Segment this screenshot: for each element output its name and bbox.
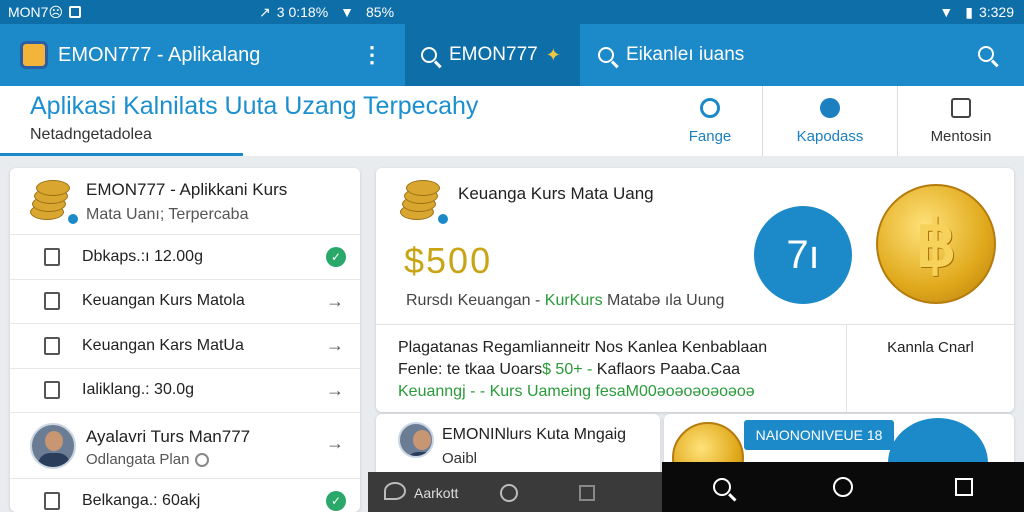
list-item[interactable]: Belkanga.: 60akj ✓ (10, 478, 360, 512)
list-item[interactable]: Keuangan Kars MatUa → (10, 323, 360, 368)
footer-text: Plagatanas Regamlianneitr Nos Kanlea Ken… (398, 339, 768, 400)
home-nav-icon[interactable] (500, 484, 518, 502)
check-icon: ✓ (326, 246, 346, 267)
left-panel-title: EMON777 - Aplikkani Kurs (86, 180, 288, 199)
search-icon (421, 47, 437, 63)
recents-nav-icon[interactable] (955, 478, 973, 496)
list-item-label: Belkanga.: 60akj (82, 491, 201, 509)
home-icon (951, 97, 971, 118)
more-options-icon[interactable]: ⋮ (361, 42, 383, 68)
check-icon: ✓ (326, 490, 346, 511)
range-icon (700, 97, 720, 118)
active-tab-indicator (0, 153, 243, 156)
card-footer: Plagatanas Regamlianneitr Nos Kanlea Ken… (376, 324, 1014, 412)
search-icon-secondary (598, 47, 614, 63)
profile-sub: Odlangata Plan (86, 451, 210, 468)
settings-icon (195, 453, 210, 468)
status-metrics: 3 0:18% (276, 4, 329, 20)
list-item-label: Keuangan Kurs Matola (82, 292, 245, 310)
list-item-label: Ialiklang.: 30.0g (82, 381, 195, 399)
avatar (398, 422, 434, 458)
battery-percent: 85% (366, 4, 395, 20)
app-bar: EMON777 - Aplikalang ⋮ (0, 24, 405, 86)
wifi-icon: ▼ (340, 4, 355, 20)
profile-name: Ayalavri Turs Man777 (86, 427, 251, 446)
coin-stack-icon (400, 180, 450, 226)
bitcoin-coin-icon: ฿ (876, 184, 996, 304)
status-badge: NAIONONIVEUE 18 (744, 420, 894, 450)
avatar (30, 423, 76, 469)
exchange-card: Keuanga Kurs Mata Uang $500 Rursdı Keuan… (376, 168, 1014, 412)
range-label: Fange (688, 127, 732, 145)
card-description: Rursdı Keuangan - KurKurs Matabə ıla Uun… (406, 292, 725, 309)
bottom-card-title: EMONINlurs Kuta Mngaig (442, 426, 627, 443)
sparkle-icon: ✦ (545, 44, 561, 65)
arrow-right-icon: → (326, 335, 344, 356)
list-item[interactable]: Keuangan Kurs Matola → (10, 278, 360, 324)
chat-icon[interactable] (384, 482, 406, 500)
app-title: EMON777 - Aplikalang (58, 43, 261, 66)
home-label: Mentosin (930, 127, 992, 145)
deposit-label: Kapodass (796, 127, 864, 145)
document-icon (44, 381, 60, 400)
home-nav-icon[interactable] (833, 477, 853, 497)
search-submit-icon[interactable] (978, 46, 994, 62)
status-bar-left: MON7☹ ↗ 3 0:18% ▼ 85% (0, 0, 600, 24)
system-nav-bar (662, 462, 1024, 512)
channel-link[interactable]: Kannla Cnarl (846, 325, 1014, 412)
arrow-right-icon: → (326, 433, 344, 453)
range-button[interactable]: Fange (660, 86, 760, 156)
wifi-icon-right: ▼ (939, 4, 954, 20)
notification-icon (69, 6, 82, 18)
deposit-icon (820, 97, 840, 118)
arrow-right-icon: → (326, 290, 344, 311)
page-subtitle: Netadngetadolea (30, 126, 152, 143)
page-header: Aplikasi Kalnilats Uuta Uzang Terpecahy … (0, 86, 1024, 156)
status-bar-right: ▼ ▮ 3:329 (600, 0, 1024, 24)
deposit-button[interactable]: Kapodass (762, 86, 897, 156)
amount: $500 (404, 240, 493, 281)
signal-icon: ↗ (259, 3, 271, 20)
home-button[interactable]: Mentosin (897, 86, 1024, 156)
left-panel: EMON777 - Aplikkani Kurs Mata Uanı; Terp… (10, 168, 360, 512)
card-title: Keuanga Kurs Mata Uang (458, 184, 654, 203)
status-time: 3:329 (978, 4, 1014, 20)
search-bar[interactable]: Eikanleı iuans (580, 24, 1024, 86)
rate-badge[interactable]: 7ı (754, 206, 852, 304)
profile-item[interactable]: Ayalavri Turs Man777 Odlangata Plan → (10, 412, 360, 478)
edit-icon (44, 292, 60, 311)
coin-stack-icon (30, 180, 80, 226)
nav-label[interactable]: Aarkott (414, 485, 458, 501)
search-nav-icon[interactable] (713, 478, 731, 496)
nav-bar-left: Aarkott (368, 472, 662, 512)
app-logo-icon (20, 41, 48, 69)
page-title: Aplikasi Kalnilats Uuta Uzang Terpecahy (30, 92, 479, 120)
document-icon (44, 247, 60, 266)
recents-nav-icon[interactable] (579, 485, 595, 501)
folder-icon (44, 491, 60, 510)
list-item-label: Dbkaps.:ı 12.00g (82, 247, 203, 265)
list-item[interactable]: Dbkaps.:ı 12.00g ✓ (10, 234, 360, 279)
search-tab-label: EMON777 (449, 44, 538, 65)
bottom-card-sub: Oaibl (442, 450, 478, 467)
list-item-label: Keuangan Kars MatUa (82, 336, 244, 354)
list-item[interactable]: Ialiklang.: 30.0g → (10, 367, 360, 413)
battery-icon: ▮ (965, 3, 973, 20)
left-panel-header: EMON777 - Aplikkani Kurs Mata Uanı; Terp… (10, 168, 360, 234)
chat-icon (44, 336, 60, 355)
arrow-right-icon: → (326, 379, 344, 400)
left-panel-subtitle: Mata Uanı; Terpercaba (86, 206, 249, 223)
search-tab[interactable]: EMON777 ✦ (405, 24, 580, 86)
search-input[interactable]: Eikanleı iuans (626, 44, 744, 66)
status-app-name: MON7☹ (8, 3, 64, 20)
